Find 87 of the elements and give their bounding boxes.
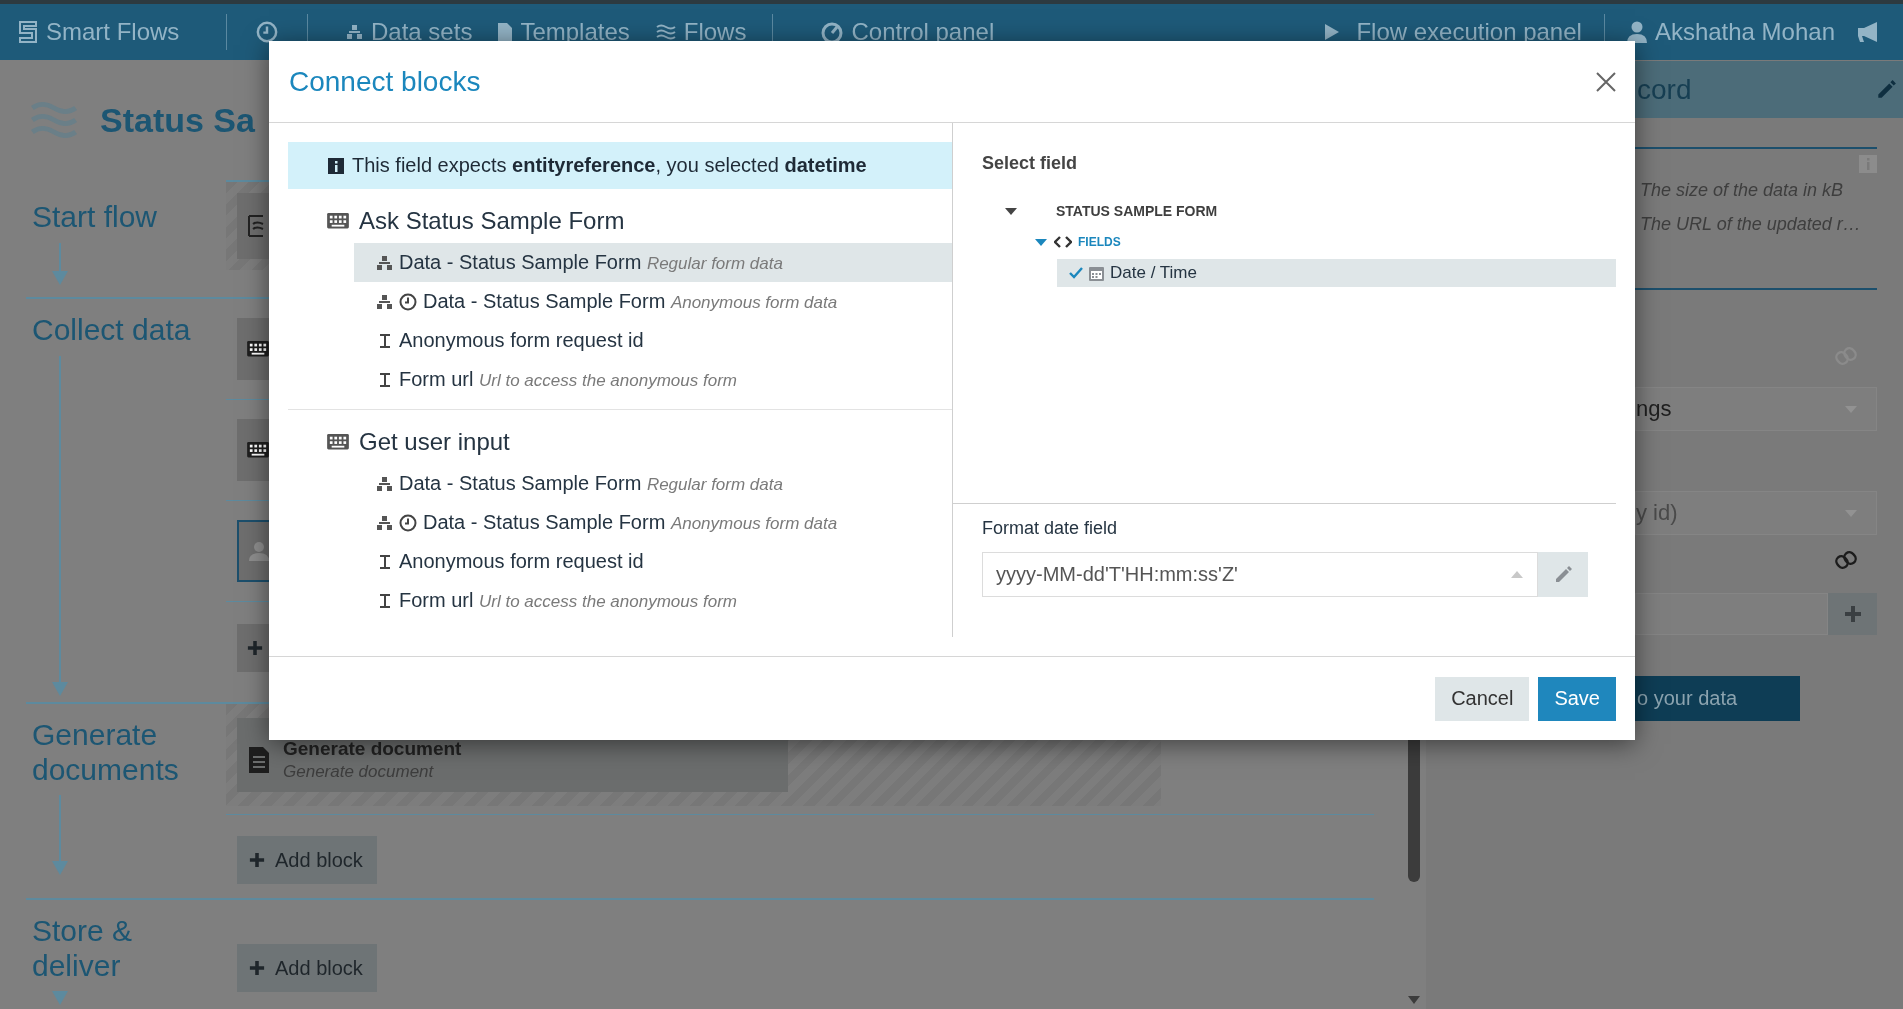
play-icon (1324, 23, 1341, 41)
add-block-button[interactable]: Add block (237, 944, 377, 992)
format-field[interactable]: yyyy-MM-dd'T'HH:mm:ss'Z' (982, 552, 1538, 597)
document-icon (249, 747, 269, 773)
section-title: Collect data (32, 313, 192, 348)
block-name: Get user input (359, 428, 510, 456)
sitemap-icon (376, 475, 393, 492)
text-cursor-icon (378, 371, 391, 388)
edit-button[interactable] (1538, 552, 1588, 597)
action-button[interactable]: o your data (1635, 676, 1800, 721)
flow-logo-icon (18, 21, 38, 43)
sitemap-icon (346, 24, 363, 40)
output-item[interactable]: Anonymous form request id (354, 321, 952, 360)
sitemap-icon (376, 293, 393, 310)
select-field[interactable]: ngs (1635, 387, 1877, 431)
dialog-title: Connect blocks (289, 65, 481, 98)
output-description: The size of the data in kB (1640, 179, 1845, 202)
section-title: Generate documents (32, 718, 180, 787)
type-mismatch-notice: This field expects entityreference, you selected datetime (352, 154, 867, 177)
plus-icon (249, 852, 265, 868)
section-title: Start flow (32, 200, 159, 235)
gauge-icon (821, 22, 844, 42)
output-item[interactable]: Anonymous form request id (354, 542, 952, 581)
user-icon (249, 541, 269, 561)
app-logo[interactable]: Smart Flows (18, 18, 226, 46)
link-icon (1835, 549, 1857, 571)
history-icon (256, 21, 278, 43)
field-label: Format date field (982, 517, 1119, 540)
pencil-icon (1553, 564, 1573, 585)
user-menu[interactable]: Akshatha Mohan (1626, 18, 1835, 46)
section-heading: Select field (982, 152, 1079, 175)
pencil-icon (1875, 78, 1897, 101)
save-button[interactable]: Save (1538, 676, 1616, 721)
text-cursor-icon (378, 592, 391, 609)
output-item[interactable]: Data - Status Sample Form Regular form data (354, 464, 952, 503)
cancel-button[interactable]: Cancel (1435, 676, 1530, 721)
stream-icon (247, 215, 265, 237)
calendar-icon (1089, 265, 1104, 281)
tree-node[interactable]: STATUS SAMPLE FORM (1056, 203, 1218, 219)
output-item[interactable]: Data - Status Sample Form Regular form data (354, 243, 952, 282)
add-block-button[interactable] (237, 624, 269, 672)
clock-icon (399, 513, 417, 532)
section-title: Store & deliver (32, 914, 134, 983)
nav-link[interactable]: Flow execution panel (1324, 18, 1582, 46)
text-cursor-icon (378, 553, 391, 570)
waves-icon (655, 24, 676, 40)
add-block-button[interactable]: Add block (237, 836, 377, 884)
sitemap-icon (376, 514, 393, 531)
close-icon (1595, 70, 1617, 93)
block-card[interactable] (237, 419, 269, 481)
tree-item[interactable]: Date / Time (1057, 259, 1616, 287)
clock-icon (399, 292, 417, 311)
close-button[interactable] (1595, 70, 1617, 93)
nav-link[interactable]: Control panel (821, 14, 995, 50)
info-icon (328, 157, 344, 174)
caret-up-icon (1511, 571, 1523, 578)
tree-node[interactable]: FIELDS (1078, 235, 1121, 249)
nav-link[interactable]: Flows (655, 14, 747, 50)
expand-caret-icon (1004, 206, 1018, 216)
sitemap-icon (376, 254, 393, 271)
plus-icon (1843, 605, 1862, 623)
add-button[interactable] (1828, 593, 1877, 635)
output-item[interactable]: Data - Status Sample Form Anonymous form data (354, 503, 952, 542)
flow-arrow (52, 242, 68, 285)
code-icon (1054, 235, 1072, 249)
block-card[interactable] (237, 318, 269, 380)
keyboard-icon (327, 434, 349, 450)
flow-arrow (52, 991, 68, 1005)
page-title: Status Sa (100, 100, 255, 140)
text-cursor-icon (378, 332, 391, 349)
nav-link[interactable]: Templates (498, 14, 630, 50)
check-icon (1069, 267, 1083, 279)
expand-caret-icon (1034, 237, 1048, 247)
user-icon (1626, 21, 1647, 43)
output-item[interactable]: Data - Status Sample Form Anonymous form data (354, 282, 952, 321)
nav-link[interactable]: Data sets (346, 14, 473, 50)
output-description: The URL of the updated r… (1640, 213, 1862, 236)
input-field[interactable] (1635, 593, 1828, 635)
output-item[interactable]: Form url Url to access the anonymous form (354, 581, 952, 620)
block-title: Generate document (283, 738, 462, 760)
plus-icon (247, 640, 263, 656)
plus-icon (249, 960, 265, 976)
scroll-down-icon[interactable] (1408, 996, 1420, 1004)
keyboard-icon (327, 213, 349, 229)
document-icon (498, 23, 513, 41)
block-name: Ask Status Sample Form (359, 207, 625, 235)
output-item[interactable]: Form url Url to access the anonymous form (354, 360, 952, 399)
